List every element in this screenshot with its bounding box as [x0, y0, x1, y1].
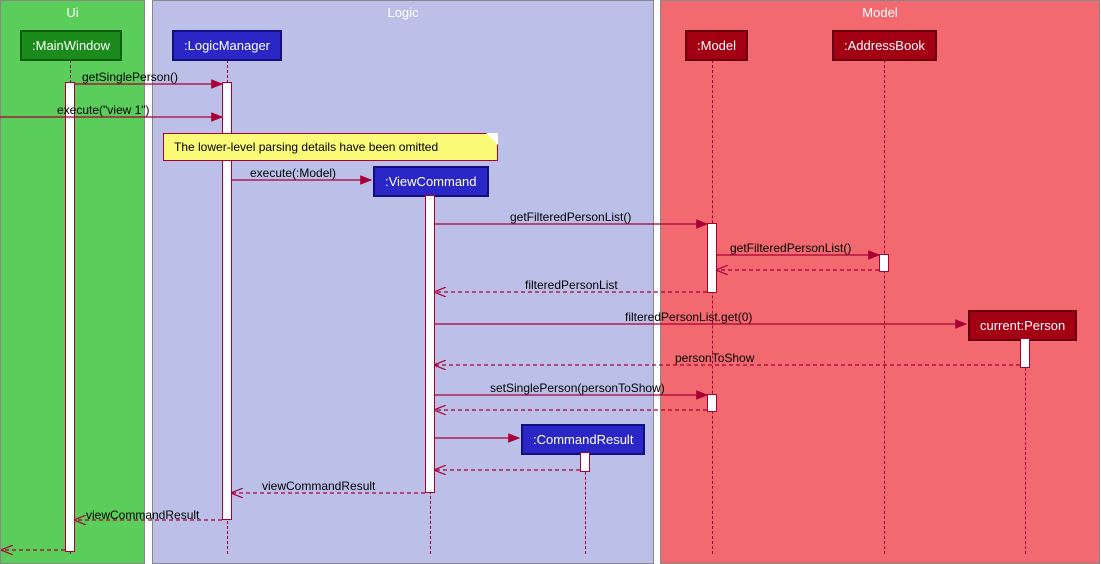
msg-filteredpersonlist-get0: filteredPersonList.get(0)	[625, 310, 752, 324]
msg-getsingleperson: getSinglePerson()	[82, 70, 178, 84]
lifeline-addressbook	[884, 60, 885, 554]
msg-getfilteredpersonlist-1: getFilteredPersonList()	[510, 210, 631, 224]
activation-person	[1020, 338, 1030, 368]
participant-viewcommand: :ViewCommand	[373, 166, 489, 197]
msg-getfilteredpersonlist-2: getFilteredPersonList()	[730, 241, 851, 255]
msg-viewcommandresult-2: viewCommandResult	[86, 508, 199, 522]
participant-addressbook: :AddressBook	[832, 30, 937, 61]
note-parsing-omitted: The lower-level parsing details have bee…	[163, 133, 498, 161]
msg-filteredpersonlist: filteredPersonList	[525, 278, 618, 292]
msg-execute-model: execute(:Model)	[250, 166, 336, 180]
participant-person: current:Person	[968, 310, 1077, 341]
lifeline-person	[1025, 338, 1026, 554]
region-model: Model	[660, 0, 1100, 564]
activation-viewcommand	[425, 195, 435, 493]
participant-commandresult: :CommandResult	[521, 424, 645, 455]
activation-addressbook	[879, 254, 889, 272]
activation-mainwindow	[65, 82, 75, 552]
msg-viewcommandresult-1: viewCommandResult	[262, 479, 375, 493]
region-logic-label: Logic	[387, 5, 418, 20]
participant-logicmanager: :LogicManager	[172, 30, 282, 61]
lifeline-model	[712, 60, 713, 554]
msg-persontoshow: personToShow	[675, 351, 754, 365]
participant-model: :Model	[685, 30, 748, 61]
activation-commandresult	[580, 452, 590, 472]
msg-execute-view1: execute("view 1")	[57, 103, 150, 117]
region-model-label: Model	[862, 5, 897, 20]
note-text: The lower-level parsing details have bee…	[174, 140, 438, 154]
region-ui-label: Ui	[66, 5, 78, 20]
participant-mainwindow: :MainWindow	[20, 30, 122, 61]
sequence-diagram: Ui Logic Model :MainWindow :LogicManager…	[0, 0, 1101, 564]
activation-model-1	[707, 223, 717, 293]
activation-model-2	[707, 394, 717, 412]
msg-setsingleperson: setSinglePerson(personToShow)	[490, 381, 665, 395]
